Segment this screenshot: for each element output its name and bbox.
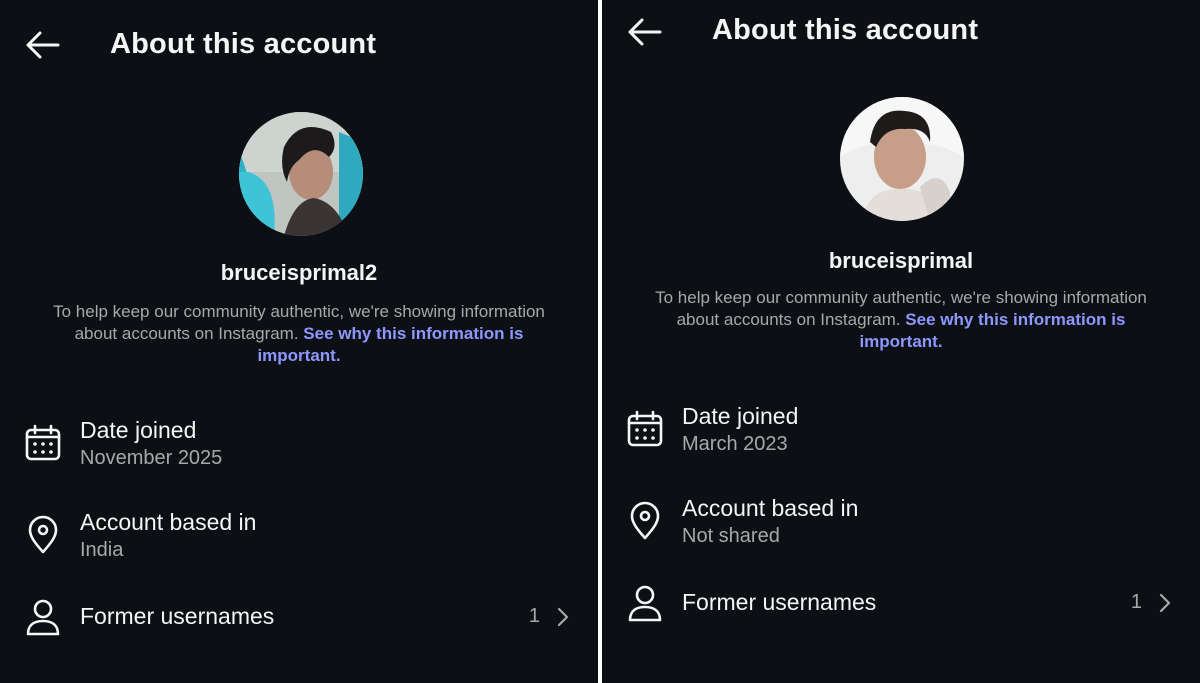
date-joined-value: March 2023 <box>682 433 788 455</box>
date-joined-label: Date joined <box>682 403 799 429</box>
info-text: To help keep our community authentic, we… <box>50 301 548 367</box>
info-link-end: . <box>937 332 943 351</box>
account-based-in-value: Not shared <box>682 525 780 547</box>
location-pin-icon <box>624 500 666 542</box>
username: bruceisprimal <box>828 248 974 273</box>
profile-photo <box>840 97 964 221</box>
header: About this account <box>0 14 598 74</box>
arrow-left-icon <box>628 18 662 46</box>
date-joined-row: Date joined November 2025 <box>0 414 598 484</box>
info-text: To help keep our community authentic, we… <box>652 287 1150 353</box>
person-icon <box>22 596 64 638</box>
about-account-panel-right: About this account bruceisprimal To help… <box>602 0 1200 683</box>
about-account-panel-left: About this account bruceisprimal2 To hel… <box>0 0 598 683</box>
chevron-right-icon <box>1154 592 1176 614</box>
info-link-end: . <box>335 346 341 365</box>
profile-photo <box>239 112 363 236</box>
page-title: About this account <box>110 28 377 60</box>
back-button[interactable] <box>22 24 64 66</box>
date-joined-row: Date joined March 2023 <box>602 400 1200 470</box>
account-based-in-row: Account based in Not shared <box>602 492 1200 562</box>
avatar[interactable] <box>840 97 964 221</box>
account-based-in-label: Account based in <box>682 495 859 521</box>
calendar-icon <box>624 408 666 450</box>
header: About this account <box>602 0 1200 60</box>
arrow-left-icon <box>26 31 60 59</box>
date-joined-value: November 2025 <box>80 447 223 469</box>
date-joined-label: Date joined <box>80 417 197 443</box>
former-usernames-label: Former usernames <box>682 589 877 615</box>
location-pin-icon <box>22 514 64 556</box>
chevron-right-icon <box>552 606 574 628</box>
former-usernames-row[interactable]: Former usernames 1 <box>602 576 1200 646</box>
former-usernames-count: 1 <box>1130 591 1142 613</box>
account-based-in-row: Account based in India <box>0 506 598 576</box>
page-title: About this account <box>712 14 979 46</box>
account-based-in-label: Account based in <box>80 509 257 535</box>
back-button[interactable] <box>624 11 666 53</box>
avatar[interactable] <box>239 112 363 236</box>
former-usernames-count: 1 <box>528 605 540 627</box>
calendar-icon <box>22 422 64 464</box>
account-based-in-value: India <box>80 539 124 561</box>
former-usernames-label: Former usernames <box>80 603 275 629</box>
username: bruceisprimal2 <box>220 260 378 285</box>
person-icon <box>624 582 666 624</box>
former-usernames-row[interactable]: Former usernames 1 <box>0 590 598 660</box>
